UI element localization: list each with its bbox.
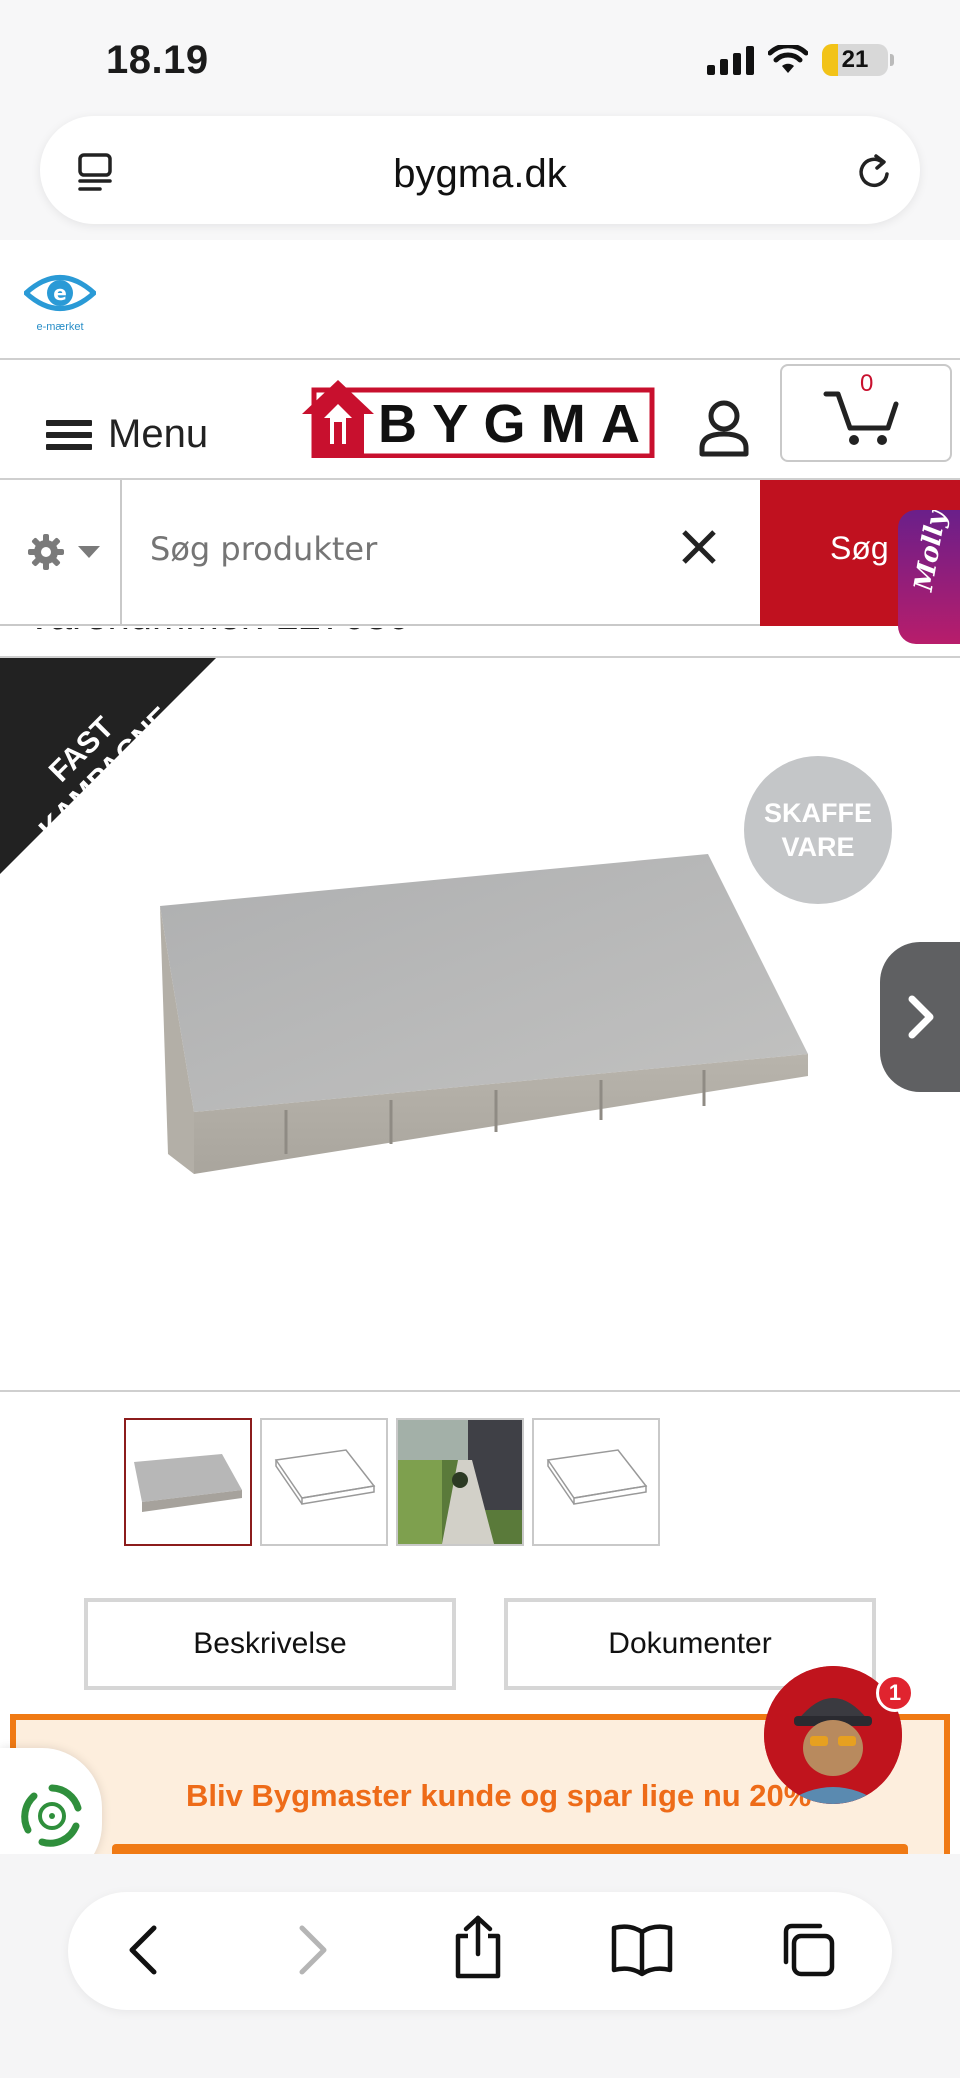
share-icon[interactable] — [450, 1914, 506, 1980]
clear-search-icon[interactable] — [678, 526, 720, 568]
wifi-icon — [768, 45, 808, 73]
search-bar: Søg — [0, 480, 960, 626]
forward-icon[interactable] — [292, 1922, 332, 1978]
bygma-logo[interactable]: BYGMA — [300, 378, 656, 458]
product-gallery: FAST KAMPAGNE SKAFFE VARE — [0, 656, 960, 1392]
chevron-right-icon — [908, 995, 934, 1039]
recycle-icon — [21, 1784, 82, 1847]
bookmarks-icon[interactable] — [610, 1922, 674, 1978]
thumbnail-2[interactable] — [260, 1418, 388, 1546]
product-image[interactable] — [156, 854, 810, 1174]
status-icons: 21 — [707, 44, 894, 76]
chevron-down-icon — [78, 546, 100, 558]
battery-icon: 21 — [822, 44, 888, 76]
reload-icon[interactable] — [852, 150, 896, 194]
battery-level: 21 — [841, 46, 869, 73]
browser-bottom-toolbar — [0, 1854, 960, 2078]
gear-icon — [28, 534, 64, 570]
cart-count: 0 — [860, 370, 874, 397]
thumbnail-3[interactable] — [396, 1418, 524, 1546]
tabs-icon[interactable] — [778, 1920, 838, 1980]
address-bar[interactable]: bygma.dk — [40, 116, 920, 224]
thumbnail-1[interactable] — [124, 1418, 252, 1546]
account-icon[interactable] — [698, 398, 750, 458]
search-input[interactable] — [150, 530, 650, 568]
browser-nav-pill — [68, 1892, 892, 2010]
svg-text:e: e — [53, 281, 67, 305]
molly-chat-tab[interactable]: Molly — [898, 510, 960, 644]
browser-toolbar: bygma.dk — [0, 110, 960, 240]
cart-button[interactable]: 0 — [780, 364, 952, 462]
tab-description[interactable]: Beskrivelse — [84, 1598, 456, 1690]
thumbnail-strip — [124, 1418, 660, 1546]
cellular-signal-icon — [707, 45, 754, 75]
site-header: Menu BYGMA 0 — [0, 362, 960, 480]
trust-badge-bar: e e-mærket — [0, 240, 960, 360]
search-filter-dropdown[interactable] — [0, 480, 122, 626]
back-icon[interactable] — [124, 1922, 164, 1978]
search-button-label: Søg — [830, 530, 889, 566]
status-bar: 18.19 21 — [0, 0, 960, 110]
menu-label: Menu — [108, 412, 209, 456]
promo-text: Bliv Bygmaster kunde og spar lige nu 20% — [186, 1778, 812, 1813]
emaerket-eye-icon: e — [22, 275, 98, 311]
emaerket-label: e-mærket — [36, 321, 84, 333]
menu-button[interactable]: Menu — [46, 412, 208, 457]
chat-notification-badge: 1 — [876, 1674, 914, 1712]
url-text: bygma.dk — [393, 152, 567, 196]
hamburger-icon — [46, 414, 92, 456]
thumbnail-4[interactable] — [532, 1418, 660, 1546]
molly-label: Molly — [908, 510, 953, 594]
status-time: 18.19 — [106, 38, 209, 82]
gallery-next-button[interactable] — [880, 942, 960, 1092]
emaerket-logo[interactable]: e e-mærket — [22, 270, 98, 333]
